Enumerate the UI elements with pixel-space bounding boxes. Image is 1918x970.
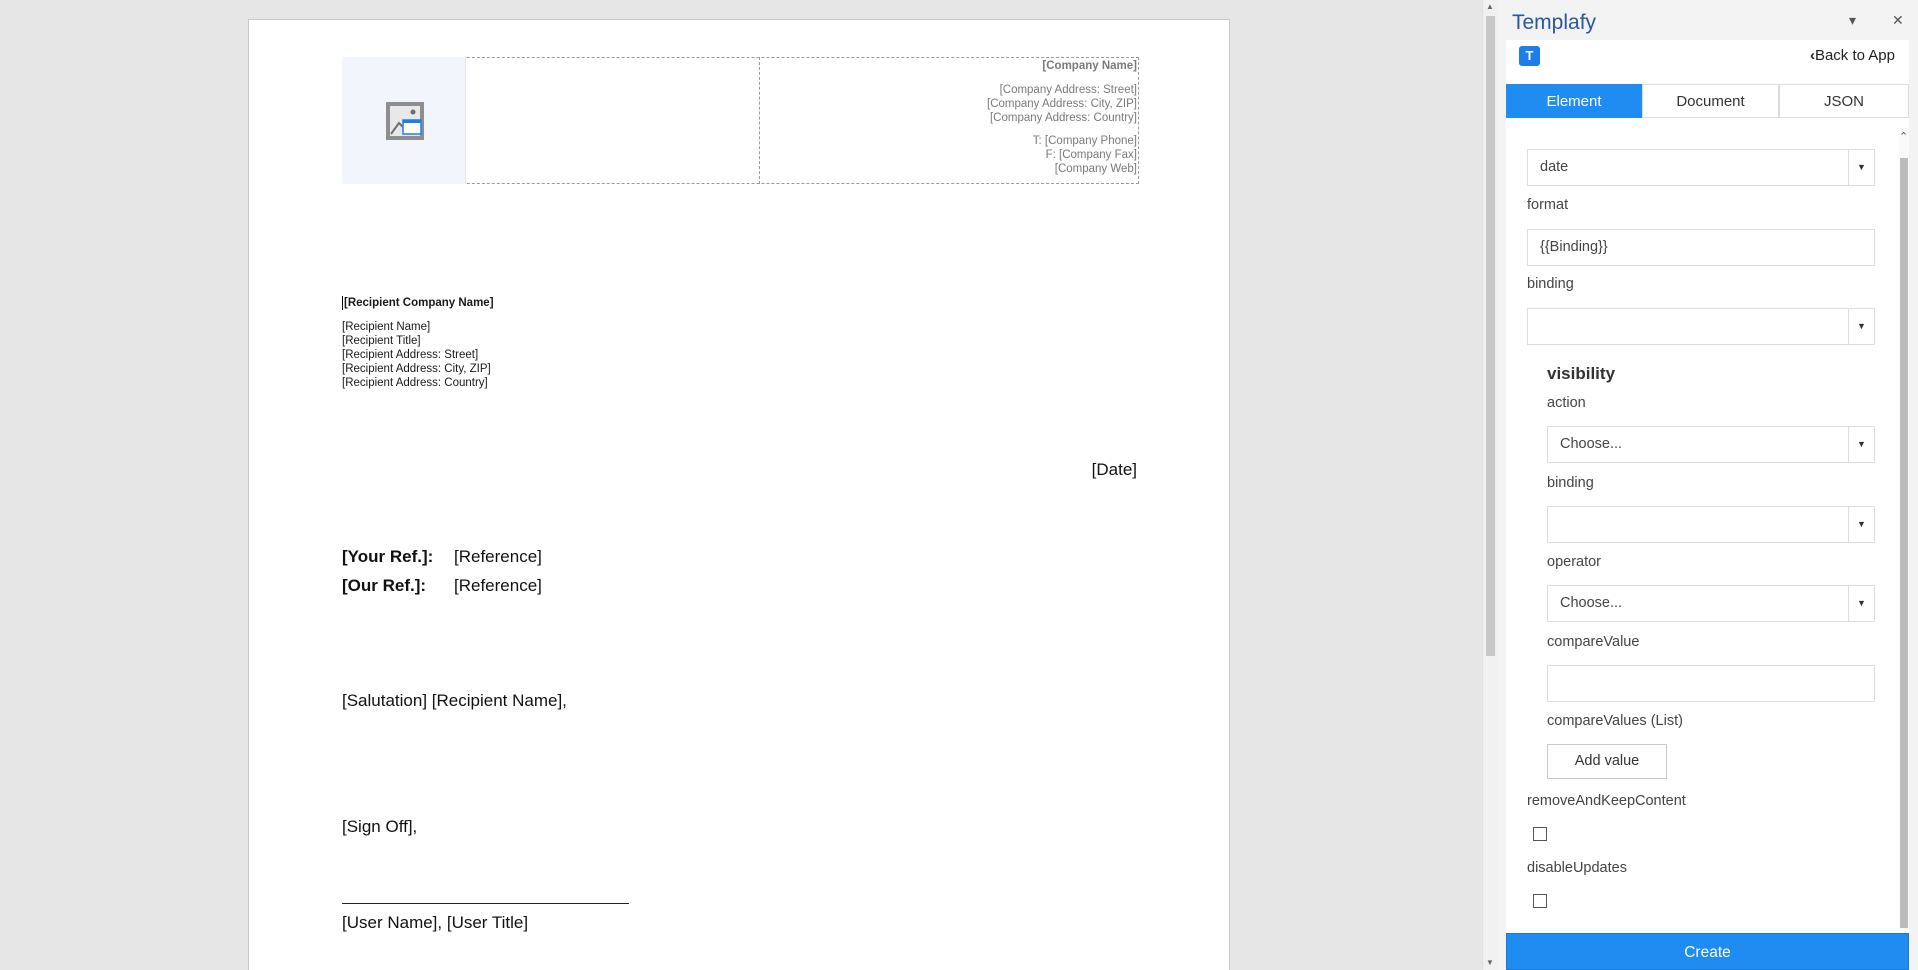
operator-value: Choose... <box>1560 595 1623 611</box>
your-ref-label: [Your Ref.]: <box>342 547 434 566</box>
tab-bar: Element Document JSON <box>1506 84 1909 118</box>
back-to-app-link[interactable]: ‹Back to App <box>1810 47 1895 64</box>
our-ref-label: [Our Ref.]: <box>342 576 427 595</box>
remove-keep-content-checkbox[interactable] <box>1533 827 1547 841</box>
company-info: [Company Name] [Company Address: Street]… <box>769 59 1137 176</box>
format-label: format <box>1527 197 1569 213</box>
company-phone[interactable]: T: [Company Phone] <box>769 134 1137 148</box>
dropdown-arrow-icon[interactable]: ▼ <box>1848 586 1874 621</box>
compare-values-label: compareValues (List) <box>1547 713 1683 729</box>
add-value-button[interactable]: Add value <box>1547 744 1667 779</box>
date-field[interactable]: [Date] <box>1092 460 1137 480</box>
templafy-logo-icon: T <box>1519 46 1540 66</box>
image-placeholder-icon <box>385 101 425 146</box>
company-street[interactable]: [Company Address: Street] <box>769 83 1137 97</box>
tab-json[interactable]: JSON <box>1779 84 1909 118</box>
dropdown-arrow-icon[interactable]: ▼ <box>1848 150 1874 185</box>
pane-title: Templafy <box>1512 11 1597 34</box>
chevron-up-icon[interactable]: ⌃ <box>1899 130 1908 143</box>
scroll-down-icon[interactable]: ▼ <box>1486 958 1494 967</box>
operator-label: operator <box>1547 554 1602 570</box>
element-form: date ▼ format {{Binding}} binding ▼ visi… <box>1506 128 1896 928</box>
disable-updates-label: disableUpdates <box>1527 860 1627 876</box>
recipient-title[interactable]: [Recipient Title] <box>342 334 421 348</box>
close-icon[interactable]: ✕ <box>1892 12 1904 29</box>
dropdown-arrow-icon[interactable]: ▼ <box>1848 427 1874 462</box>
document-page[interactable]: [Company Name] [Company Address: Street]… <box>248 19 1230 970</box>
visibility-heading: visibility <box>1547 364 1616 383</box>
company-web[interactable]: [Company Web] <box>769 162 1137 176</box>
action-value: Choose... <box>1560 436 1623 452</box>
create-button[interactable]: Create <box>1506 933 1909 970</box>
operator-select[interactable]: Choose... ▼ <box>1547 585 1875 622</box>
document-scrollbar[interactable]: ▲ ▼ <box>1482 0 1497 970</box>
format-value: {{Binding}} <box>1540 239 1608 255</box>
our-ref-value[interactable]: [Reference] <box>454 576 542 596</box>
header-divider <box>759 57 760 184</box>
your-ref-value[interactable]: [Reference] <box>454 547 542 567</box>
compare-value-input[interactable] <box>1547 665 1875 702</box>
form-scroll-thumb[interactable] <box>1900 158 1908 928</box>
company-fax[interactable]: F: [Company Fax] <box>769 148 1137 162</box>
action-label: action <box>1547 395 1586 411</box>
document-canvas: [Company Name] [Company Address: Street]… <box>0 0 1482 970</box>
dropdown-arrow-icon[interactable]: ▼ <box>1848 507 1874 542</box>
binding-label: binding <box>1527 276 1574 292</box>
visibility-binding-select[interactable]: ▼ <box>1547 506 1875 543</box>
compare-value-label: compareValue <box>1547 634 1640 650</box>
pane-content: T ‹Back to App Element Document JSON dat… <box>1506 40 1909 970</box>
back-to-app-label: Back to App <box>1814 47 1895 64</box>
document-scroll-thumb[interactable] <box>1486 16 1495 656</box>
recipient-name[interactable]: [Recipient Name] <box>342 320 430 334</box>
form-scrollbar[interactable]: ⌃ <box>1899 128 1909 928</box>
sign-off[interactable]: [Sign Off], <box>342 817 417 837</box>
recipient-company[interactable]: [Recipient Company Name] <box>342 296 494 310</box>
templafy-pane: Templafy ▾ ✕ T ‹Back to App Element Docu… <box>1497 0 1918 970</box>
tab-document[interactable]: Document <box>1642 84 1779 118</box>
format-input[interactable]: {{Binding}} <box>1527 229 1875 266</box>
binding-select[interactable]: ▼ <box>1527 308 1875 345</box>
salutation[interactable]: [Salutation] [Recipient Name], <box>342 691 567 711</box>
company-country[interactable]: [Company Address: Country] <box>769 111 1137 125</box>
signature-line <box>342 903 629 904</box>
recipient-street[interactable]: [Recipient Address: Street] <box>342 348 478 362</box>
company-name[interactable]: [Company Name] <box>769 59 1137 73</box>
action-select[interactable]: Choose... ▼ <box>1547 426 1875 463</box>
element-type-value: date <box>1540 159 1569 175</box>
recipient-city[interactable]: [Recipient Address: City, ZIP] <box>342 362 491 376</box>
scroll-up-icon[interactable]: ▲ <box>1486 2 1494 11</box>
company-city[interactable]: [Company Address: City, ZIP] <box>769 97 1137 111</box>
visibility-binding-label: binding <box>1547 475 1594 491</box>
signature-name[interactable]: [User Name], [User Title] <box>342 913 528 933</box>
chevron-down-icon[interactable]: ▾ <box>1849 12 1856 29</box>
remove-keep-content-label: removeAndKeepContent <box>1527 793 1686 809</box>
element-type-select[interactable]: date ▼ <box>1527 149 1875 186</box>
disable-updates-checkbox[interactable] <box>1533 894 1547 908</box>
recipient-country[interactable]: [Recipient Address: Country] <box>342 376 488 390</box>
tab-element[interactable]: Element <box>1506 84 1642 118</box>
dropdown-arrow-icon[interactable]: ▼ <box>1848 309 1874 344</box>
